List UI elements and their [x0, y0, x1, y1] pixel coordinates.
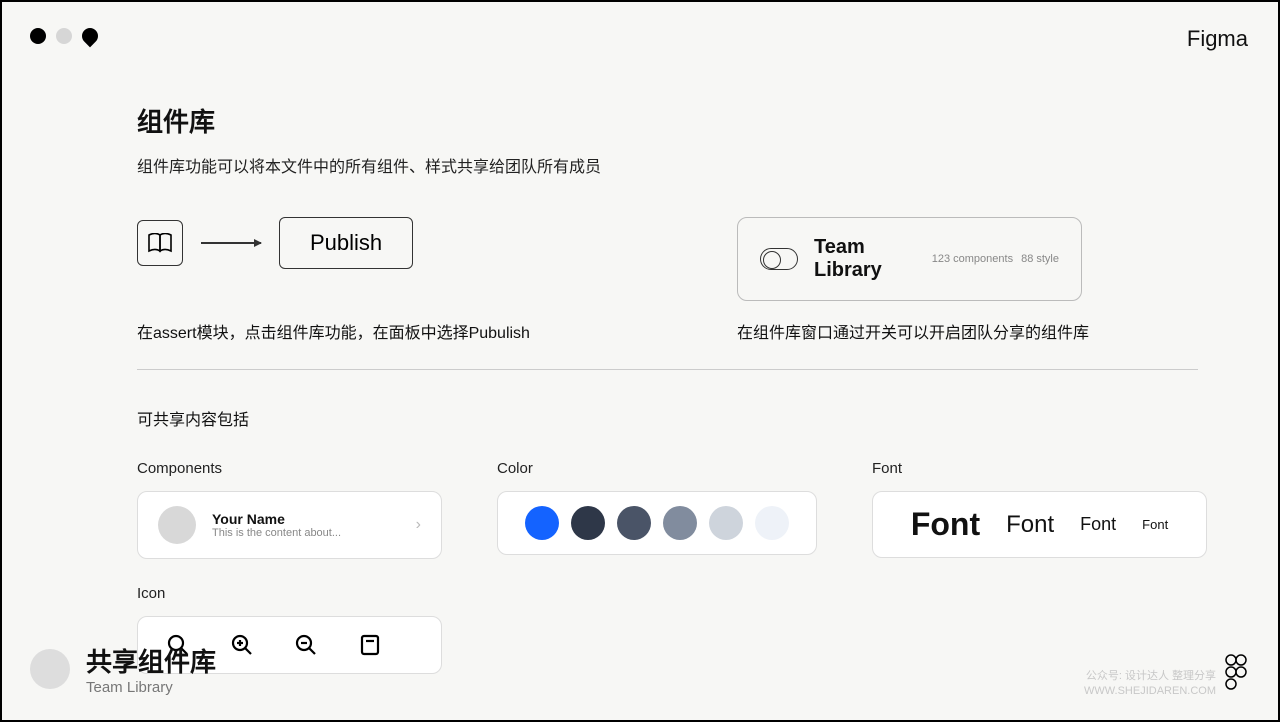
components-label: Components: [137, 460, 442, 477]
team-library-card: Team Library 123 components 88 style: [737, 217, 1082, 301]
publish-flow: Publish: [137, 217, 737, 269]
dot-2: [56, 28, 72, 44]
swatch-6[interactable]: [755, 506, 789, 540]
document-icon[interactable]: [358, 633, 382, 657]
figma-logo-icon: [1224, 654, 1248, 690]
leaf-icon: [79, 25, 102, 48]
team-caption: 在组件库窗口通过开关可以开启团队分享的组件库: [737, 319, 1089, 343]
watermark-l2: WWW.SHEJIDAREN.COM: [1084, 684, 1216, 698]
chevron-right-icon: ›: [416, 516, 421, 534]
font-sample-4: Font: [1142, 517, 1168, 532]
zoom-in-icon[interactable]: [230, 633, 254, 657]
page-subtitle: 组件库功能可以将本文件中的所有组件、样式共享给团队所有成员: [137, 153, 1198, 177]
page-title: 组件库: [137, 102, 1198, 139]
swatch-1[interactable]: [525, 506, 559, 540]
icon-label: Icon: [137, 585, 442, 602]
watermark: 公众号: 设计达人 整理分享 WWW.SHEJIDAREN.COM: [1084, 669, 1216, 698]
swatch-3[interactable]: [617, 506, 651, 540]
stats-components: 123 components: [932, 253, 1013, 265]
color-swatches-card: [497, 491, 817, 555]
footer-sub: Team Library: [86, 679, 216, 696]
divider: [137, 369, 1198, 370]
team-library-stats: 123 components 88 style: [932, 253, 1059, 265]
component-name: Your Name: [212, 511, 400, 527]
book-icon: [147, 233, 173, 253]
swatch-4[interactable]: [663, 506, 697, 540]
team-library-toggle[interactable]: [760, 248, 798, 270]
footer: 共享组件库 Team Library: [30, 642, 216, 696]
font-sample-3: Font: [1080, 514, 1116, 535]
swatch-5[interactable]: [709, 506, 743, 540]
component-example-card[interactable]: Your Name This is the content about... ›: [137, 491, 442, 559]
font-sample-1: Font: [911, 506, 980, 543]
arrow-right-icon: [201, 242, 261, 244]
watermark-l1: 公众号: 设计达人 整理分享: [1084, 669, 1216, 683]
dot-1: [30, 28, 46, 44]
color-label: Color: [497, 460, 817, 477]
publish-button[interactable]: Publish: [279, 217, 413, 269]
font-label: Font: [872, 460, 1207, 477]
publish-caption: 在assert模块，点击组件库功能，在面板中选择Pubulish: [137, 319, 737, 343]
font-sample-2: Font: [1006, 511, 1054, 539]
stats-style: 88 style: [1021, 253, 1059, 265]
footer-avatar: [30, 649, 70, 689]
shareable-heading: 可共享内容包括: [137, 406, 1198, 430]
swatch-2[interactable]: [571, 506, 605, 540]
library-icon-box[interactable]: [137, 220, 183, 266]
footer-title: 共享组件库: [86, 642, 216, 679]
avatar-placeholder: [158, 506, 196, 544]
font-samples-card: Font Font Font Font: [872, 491, 1207, 558]
team-library-label: Team Library: [814, 236, 916, 282]
component-sub: This is the content about...: [212, 527, 400, 539]
zoom-out-icon[interactable]: [294, 633, 318, 657]
brand-label: Figma: [1187, 26, 1248, 52]
window-dots: [30, 28, 98, 44]
